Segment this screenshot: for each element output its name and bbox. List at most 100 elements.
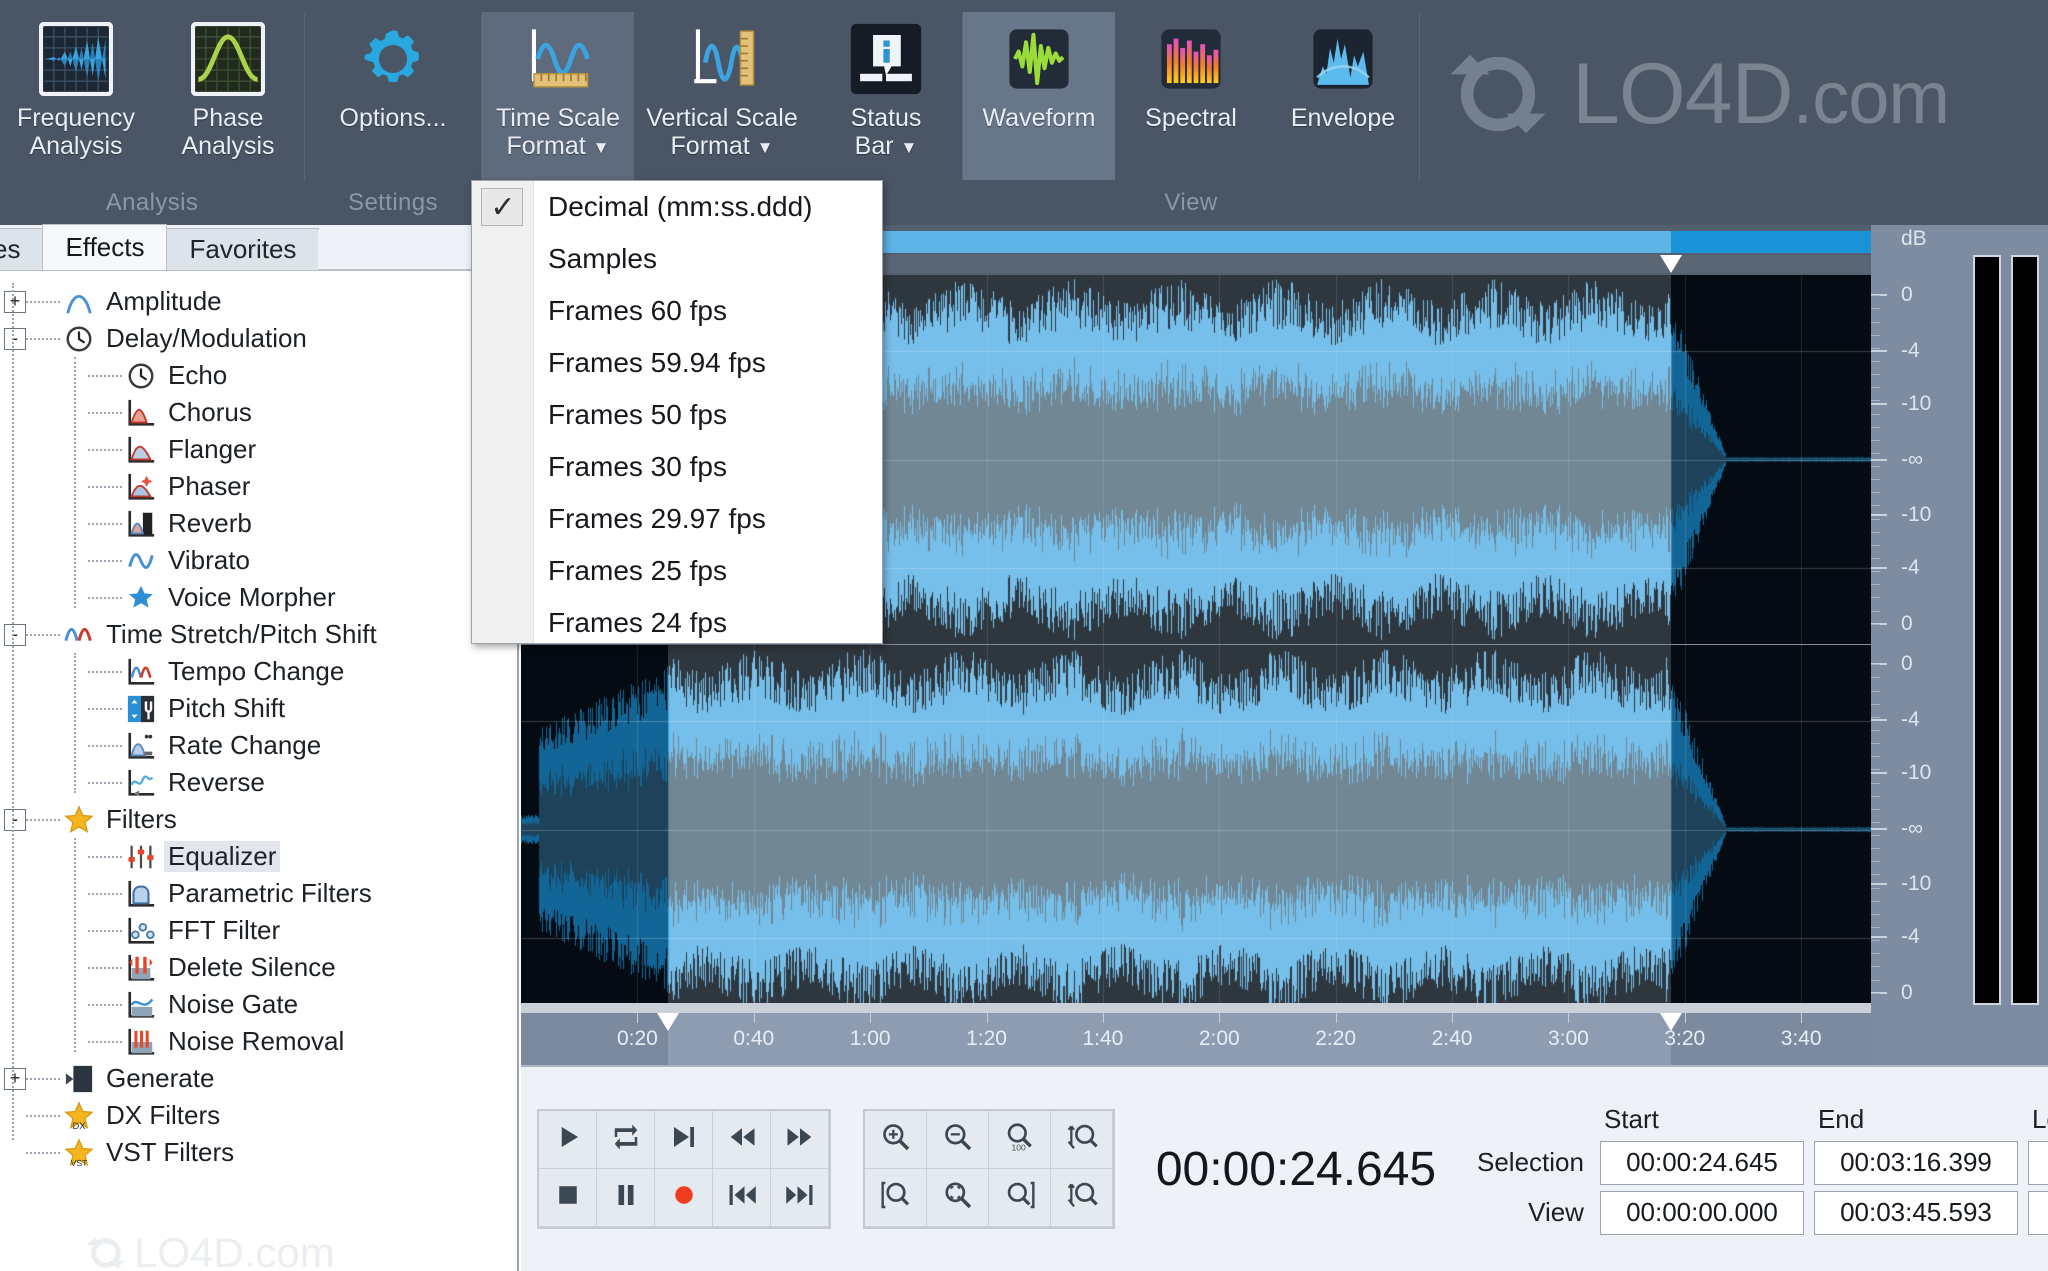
spectral-view-button[interactable]: Spectral [1115,12,1267,180]
tree-toggle-icon[interactable]: + [4,291,26,313]
overview-marker[interactable] [1660,255,1682,273]
tree-item-time-stretch-pitch-shift[interactable]: -Time Stretch/Pitch Shift [0,616,517,653]
tree-item-rate-change[interactable]: Rate Change [0,727,517,764]
view-start-field[interactable]: 00:00:00.000 [1600,1191,1804,1235]
selection-start-field[interactable]: 00:00:24.645 [1600,1141,1804,1185]
tree-item-vst-filters[interactable]: VSTVST Filters [0,1134,517,1171]
tab-files[interactable]: es [0,228,43,270]
tree-toggle-icon[interactable]: - [4,624,26,646]
menu-item-frames-25-fps[interactable]: Frames 25 fps [472,545,882,597]
db-minor-tick [1871,717,1880,718]
flanger-icon [126,435,156,465]
tree-toggle-spacer [66,365,88,387]
frequency-analysis-button[interactable]: Frequency Analysis [0,12,152,180]
options-button[interactable]: Options... [305,12,481,180]
tree-item-parametric-filters[interactable]: Parametric Filters [0,875,517,912]
tree-item-vibrato[interactable]: Vibrato [0,542,517,579]
selection-start-marker[interactable] [657,1013,679,1031]
tree-connector [26,819,60,821]
tree-toggle-icon[interactable]: + [4,1068,26,1090]
menu-item-frames-29-97-fps[interactable]: Frames 29.97 fps [472,493,882,545]
tree-item-reverse[interactable]: Reverse [0,764,517,801]
zoom-in-button[interactable] [865,1111,927,1169]
tree-toggle-icon[interactable]: - [4,809,26,831]
record-button[interactable] [655,1169,713,1227]
tree-item-delete-silence[interactable]: Delete Silence [0,949,517,986]
zoom-selection-button[interactable] [927,1169,989,1227]
tree-item-phaser[interactable]: Phaser [0,468,517,505]
pause-button[interactable] [597,1169,655,1227]
tree-item-delay-modulation[interactable]: -Delay/Modulation [0,320,517,357]
fast-forward-button[interactable] [771,1111,829,1169]
menu-item-samples[interactable]: Samples [472,233,882,285]
panel-tabs: es Effects Favorites [0,225,517,271]
tree-item-pitch-shift[interactable]: Pitch Shift [0,690,517,727]
menu-item-frames-50-fps[interactable]: Frames 50 fps [472,389,882,441]
status-bar-button[interactable]: Status Bar ▼ [810,12,962,180]
tree-connector [26,338,60,340]
tab-favorites[interactable]: Favorites [166,228,319,270]
tree-item-fft-filter[interactable]: FFT Filter [0,912,517,949]
channel-right[interactable] [521,644,1871,1013]
menu-item-frames-60-fps[interactable]: Frames 60 fps [472,285,882,337]
vertical-scale-format-button[interactable]: Vertical Scale Format ▼ [634,12,810,180]
time-scale-format-menu[interactable]: ✓Decimal (mm:ss.ddd)SamplesFrames 60 fps… [471,180,883,644]
tree-item-dx-filters[interactable]: DXDX Filters [0,1097,517,1134]
zoom-vertical-full-button[interactable] [1051,1169,1113,1227]
tree-item-echo[interactable]: Echo [0,357,517,394]
tree-item-filters[interactable]: -Filters [0,801,517,838]
tab-effects[interactable]: Effects [42,224,167,270]
menu-item-frames-59-94-fps[interactable]: Frames 59.94 fps [472,337,882,389]
envelope-view-button[interactable]: Envelope [1267,12,1419,180]
menu-item-frames-24-fps[interactable]: Frames 24 fps [472,597,882,649]
tree-item-noise-gate[interactable]: Noise Gate [0,986,517,1023]
view-length-field[interactable]: 00:03:45.593 [2028,1191,2048,1235]
tree-item-generate[interactable]: +Generate [0,1060,517,1097]
selection-end-field[interactable]: 00:03:16.399 [1814,1141,2018,1185]
tree-toggle-icon[interactable]: - [4,328,26,350]
tree-item-equalizer[interactable]: Equalizer [0,838,517,875]
tree-item-label: Flanger [164,434,260,465]
go-to-start-button[interactable] [713,1169,771,1227]
skip-to-start-icon [727,1180,757,1215]
noise-gate-icon [126,990,156,1020]
zoom-100-button[interactable]: 100 [989,1111,1051,1169]
column-header-start: Start [1600,1104,1804,1135]
tree-item-voice-morpher[interactable]: Voice Morpher [0,579,517,616]
menu-item-decimal-mm-ss-ddd[interactable]: ✓Decimal (mm:ss.ddd) [472,181,882,233]
zoom-selection-end-button[interactable] [989,1169,1051,1227]
waveform-view-button[interactable]: Waveform [963,12,1115,180]
view-end-field[interactable]: 00:03:45.593 [1814,1191,2018,1235]
tree-item-reverb[interactable]: Reverb [0,505,517,542]
zoom-selection-start-button[interactable] [865,1169,927,1227]
zoom-vertical-button[interactable] [1051,1111,1113,1169]
rewind-button[interactable] [713,1111,771,1169]
tree-item-noise-removal[interactable]: Noise Removal [0,1023,517,1060]
go-to-end-button[interactable] [771,1169,829,1227]
rate-change-icon [126,731,156,761]
ribbon-group-label-view: View [963,189,1419,225]
selection-end-marker[interactable] [1660,1013,1682,1031]
tree-connector [26,1078,60,1080]
time-scale-format-button[interactable]: Time Scale Format ▼ [482,12,634,180]
loop-button[interactable] [597,1111,655,1169]
filters-star-icon [64,805,94,835]
tree-connector [88,523,122,525]
tree-connector [88,412,122,414]
timeline-ruler[interactable]: hms 0:200:401:001:201:402:002:202:403:00… [521,1013,1871,1065]
menu-item-frames-30-fps[interactable]: Frames 30 fps [472,441,882,493]
selection-region[interactable] [668,645,1671,1013]
tree-item-tempo-change[interactable]: Tempo Change [0,653,517,690]
play-button[interactable] [539,1111,597,1169]
zoom-out-button[interactable] [927,1111,989,1169]
selection-length-field[interactable]: 00:02:51.754 [2028,1141,2048,1185]
time-stretch-icon [64,620,94,650]
stop-button[interactable] [539,1169,597,1227]
phase-analysis-button[interactable]: Phase Analysis [152,12,304,180]
ruler-tick [870,1013,871,1023]
play-to-end-button[interactable] [655,1111,713,1169]
tree-item-amplitude[interactable]: +Amplitude [0,283,517,320]
tree-item-flanger[interactable]: Flanger [0,431,517,468]
tree-item-chorus[interactable]: Chorus [0,394,517,431]
stop-icon [553,1180,583,1215]
